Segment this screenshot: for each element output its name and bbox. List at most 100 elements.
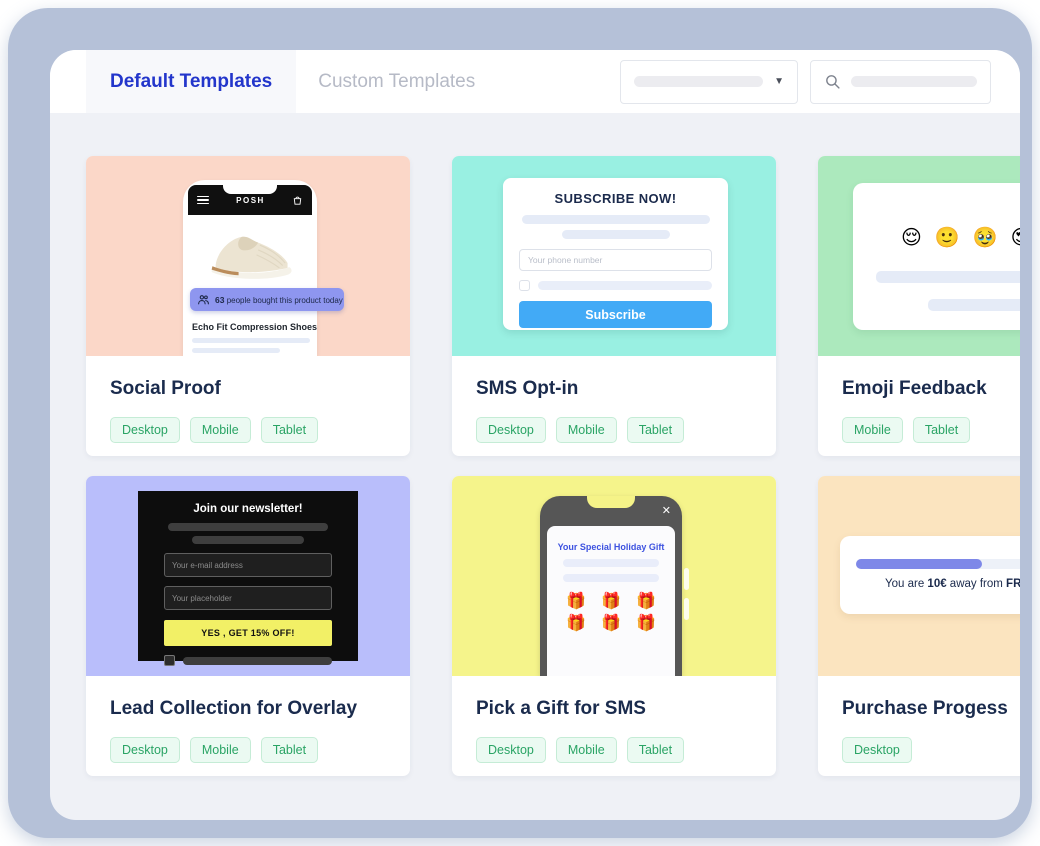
app-window: Default Templates Custom Templates ▼ POS… — [50, 50, 1020, 820]
progress-text: You are 10€ away from FREE — [885, 578, 1020, 590]
device-tags: Desktop — [842, 737, 1020, 763]
consent-row — [164, 655, 332, 666]
tag-tablet: Tablet — [626, 417, 685, 443]
tag-desktop: Desktop — [476, 737, 546, 763]
shopping-bag-icon — [292, 195, 303, 206]
subscribe-button: Subscribe — [519, 301, 712, 328]
phone-number-field: Your phone number — [519, 249, 712, 271]
card-title: Social Proof — [110, 378, 221, 399]
gift-emoji: 🎁 — [566, 613, 586, 632]
feedback-modal: 😌 🙂 🥹 😍 — [853, 183, 1020, 330]
field-placeholder: Your phone number — [528, 255, 603, 265]
tag-mobile: Mobile — [555, 737, 617, 763]
header-controls: ▼ — [620, 50, 991, 113]
phone-screen: Your Special Holiday Gift 🎁 🎁 🎁 🎁 🎁 🎁 — [547, 526, 675, 676]
tab-custom-templates[interactable]: Custom Templates — [296, 50, 497, 113]
tab-default-templates[interactable]: Default Templates — [86, 50, 297, 113]
teary-emoji: 🥹 — [972, 225, 998, 249]
placeholder-bar — [561, 230, 670, 239]
tag-tablet: Tablet — [260, 417, 319, 443]
sneaker-illustration — [211, 236, 292, 279]
placeholder-bar — [521, 215, 710, 224]
device-tags: Mobile Tablet — [842, 417, 1020, 443]
brand-logo: POSH — [236, 195, 265, 205]
template-card-pick-a-gift[interactable]: ✕ Your Special Holiday Gift 🎁 🎁 🎁 🎁 🎁 🎁 … — [452, 476, 776, 776]
card-info: Purchase Progess Desktop — [818, 676, 1020, 763]
menu-icon — [197, 195, 209, 205]
modal-heading: Join our newsletter! — [193, 503, 303, 515]
tag-mobile: Mobile — [842, 417, 903, 443]
templates-grid: POSH 63 people bought this product today… — [86, 156, 1020, 776]
preview-social-proof[interactable]: POSH 63 people bought this product today… — [86, 156, 410, 356]
device-tags: Desktop Mobile Tablet — [110, 737, 386, 763]
tab-label: Default Templates — [110, 70, 273, 92]
preview-sms-opt-in[interactable]: SUBSCRIBE NOW! Your phone number Subscri… — [452, 156, 776, 356]
device-tags: Desktop Mobile Tablet — [476, 417, 752, 443]
card-info: Lead Collection for Overlay Desktop Mobi… — [86, 676, 410, 763]
field-placeholder: Your placeholder — [172, 593, 232, 603]
template-card-purchase-progress[interactable]: You are 10€ away from FREE Purchase Prog… — [818, 476, 1020, 776]
relieved-emoji: 😌 — [901, 225, 922, 249]
card-info: Pick a Gift for SMS Desktop Mobile Table… — [452, 676, 776, 763]
template-card-emoji-feedback[interactable]: 😌 🙂 🥹 😍 Emoji Feedback Mobile — [818, 156, 1020, 456]
card-info: Social Proof Desktop Mobile Tablet — [86, 356, 410, 443]
search-placeholder-bar — [851, 76, 977, 87]
emoji-row: 😌 🙂 🥹 😍 — [901, 225, 1020, 249]
product-image — [188, 227, 312, 286]
card-title: Purchase Progess — [842, 698, 1008, 719]
secondary-field: Your placeholder — [164, 586, 332, 610]
preview-lead-collection[interactable]: Join our newsletter! Your e-mail address… — [86, 476, 410, 676]
tag-tablet: Tablet — [626, 737, 685, 763]
search-box[interactable] — [810, 59, 991, 104]
tag-mobile: Mobile — [189, 737, 251, 763]
tag-desktop: Desktop — [476, 417, 546, 443]
heart-eyes-emoji: 😍 — [1011, 225, 1020, 249]
field-placeholder: Your e-mail address — [172, 560, 243, 570]
gift-heading: Your Special Holiday Gift — [557, 542, 665, 552]
card-title: Pick a Gift for SMS — [476, 698, 646, 719]
gift-emoji: 🎁 — [636, 613, 656, 632]
card-info: Emoji Feedback Mobile Tablet — [818, 356, 1020, 443]
placeholder-bar — [563, 559, 659, 567]
preview-emoji-feedback[interactable]: 😌 🙂 🥹 😍 — [818, 156, 1020, 356]
close-icon: ✕ — [661, 505, 671, 517]
placeholder-bar — [192, 536, 304, 544]
progress-track — [856, 559, 1020, 569]
gift-emoji: 🎁 — [601, 591, 621, 610]
progress-banner: You are 10€ away from FREE — [840, 536, 1020, 614]
template-card-lead-collection[interactable]: Join our newsletter! Your e-mail address… — [86, 476, 410, 776]
progress-fill — [856, 559, 982, 569]
checkbox — [164, 655, 175, 666]
placeholder-bar — [183, 656, 332, 665]
subscribe-modal: SUBSCRIBE NOW! Your phone number Subscri… — [503, 178, 728, 330]
card-info: SMS Opt-in Desktop Mobile Tablet — [452, 356, 776, 443]
placeholder-bar — [192, 338, 310, 343]
tag-tablet: Tablet — [912, 417, 971, 443]
modal-heading: SUBSCRIBE NOW! — [554, 191, 677, 206]
card-title: Emoji Feedback — [842, 378, 987, 399]
card-title: Lead Collection for Overlay — [110, 698, 358, 719]
consent-row — [519, 280, 712, 291]
preview-pick-a-gift[interactable]: ✕ Your Special Holiday Gift 🎁 🎁 🎁 🎁 🎁 🎁 — [452, 476, 776, 676]
filter-dropdown[interactable]: ▼ — [620, 59, 798, 104]
search-icon — [824, 73, 841, 90]
template-card-social-proof[interactable]: POSH 63 people bought this product today… — [86, 156, 410, 456]
device-tags: Desktop Mobile Tablet — [110, 417, 386, 443]
template-card-sms-opt-in[interactable]: SUBSCRIBE NOW! Your phone number Subscri… — [452, 156, 776, 456]
preview-purchase-progress[interactable]: You are 10€ away from FREE — [818, 476, 1020, 676]
phone-notch — [223, 185, 277, 194]
card-title: SMS Opt-in — [476, 378, 579, 399]
product-name: Echo Fit Compression Shoes — [192, 322, 318, 332]
checkbox — [519, 280, 530, 291]
social-proof-badge: 63 people bought this product today — [190, 288, 344, 311]
phone-navbar: POSH — [188, 185, 312, 215]
phone-notch — [587, 496, 635, 508]
gift-grid: 🎁 🎁 🎁 🎁 🎁 🎁 — [561, 591, 661, 632]
app-frame: Default Templates Custom Templates ▼ POS… — [8, 8, 1032, 838]
discount-button: YES , GET 15% OFF! — [164, 620, 332, 646]
gift-emoji: 🎁 — [566, 591, 586, 610]
dropdown-placeholder-bar — [634, 76, 764, 87]
phone-side-button — [684, 568, 689, 590]
phone-mockup: ✕ Your Special Holiday Gift 🎁 🎁 🎁 🎁 🎁 🎁 — [540, 496, 689, 676]
tag-desktop: Desktop — [842, 737, 912, 763]
